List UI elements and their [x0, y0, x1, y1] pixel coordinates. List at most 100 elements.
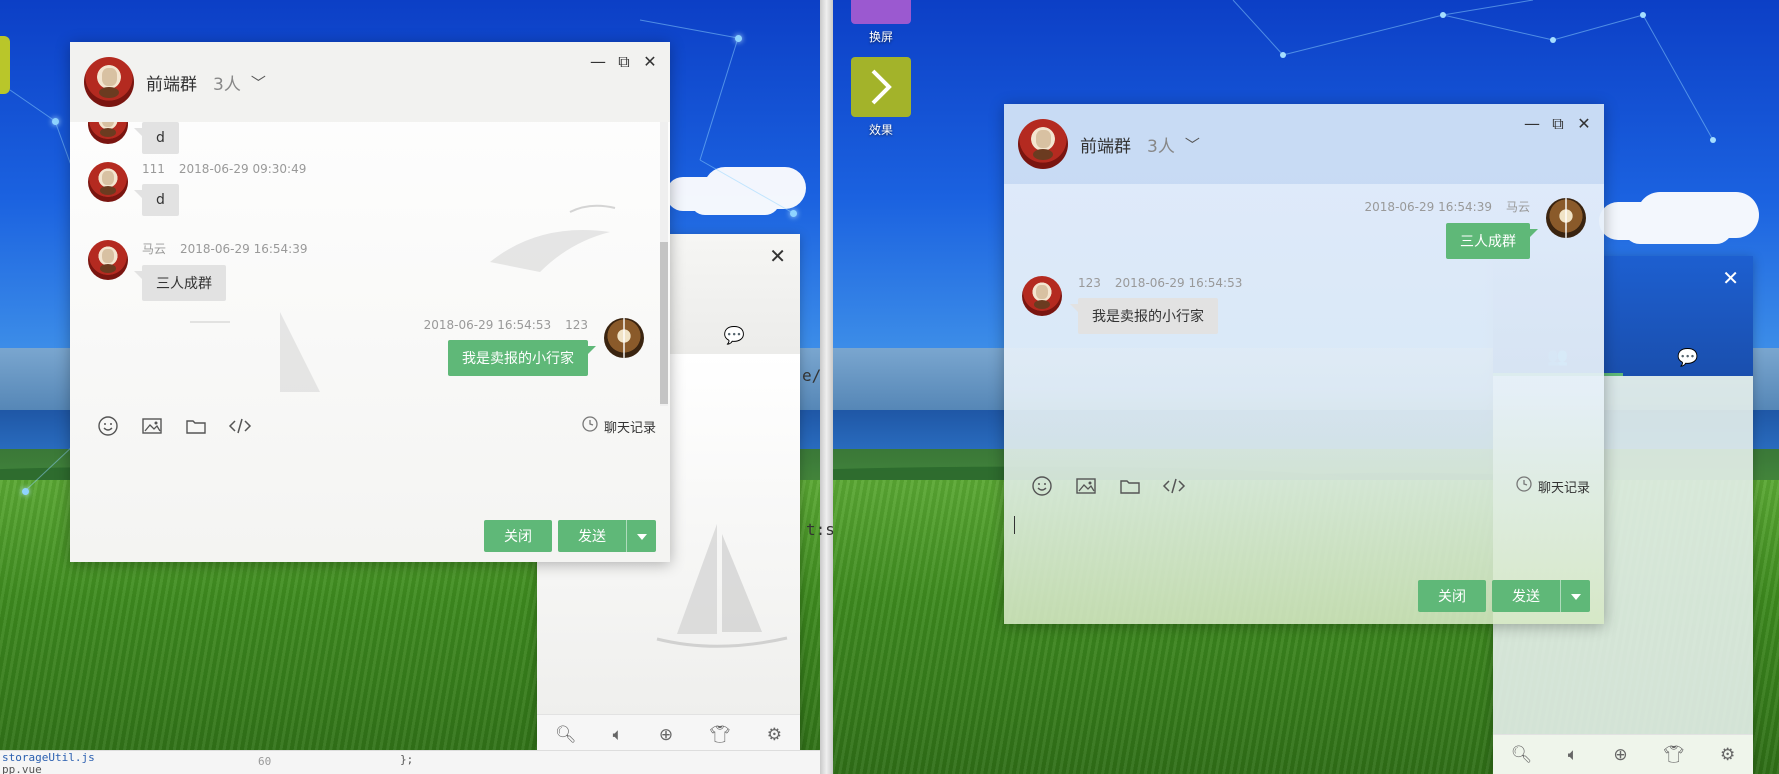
chat-history-label: 聊天记录 — [1537, 480, 1590, 496]
close-icon[interactable]: ✕ — [769, 244, 786, 268]
message-bubble: d — [134, 122, 179, 154]
editor-line-number: 60 — [258, 755, 272, 768]
chat-history-link[interactable]: 聊天记录 — [582, 416, 656, 436]
message-time: 2018-06-29 09:30:49 — [178, 162, 307, 176]
chat-window: 前端群 3人 ﹀ — ⧉ ✕ d 111 2018-06-29 09:30:49… — [70, 42, 670, 562]
message-list: d 111 2018-06-29 09:30:49 d 马云 2018-06-2… — [70, 122, 670, 406]
emoji-icon[interactable] — [1020, 475, 1064, 497]
close-icon[interactable]: ✕ — [1722, 266, 1739, 290]
window-controls: — ⧉ ✕ — [1524, 116, 1592, 132]
search-icon[interactable]: 🔍︎ — [1511, 745, 1533, 765]
message-list: 2018-06-29 16:54:39 马云 三人成群 123 2018-06-29… — [1004, 184, 1604, 464]
editor-peek-text: e/ — [802, 366, 822, 385]
chevron-down-icon[interactable]: ﹀ — [1185, 134, 1200, 155]
code-icon[interactable] — [1152, 477, 1196, 495]
member-count[interactable]: 3人 — [1147, 132, 1175, 157]
send-button[interactable]: 发送 — [558, 520, 626, 552]
chat-history-link[interactable]: 聊天记录 — [1516, 476, 1590, 496]
chevron-down-icon[interactable]: ﹀ — [251, 72, 266, 93]
skin-icon[interactable]: 👕︎ — [709, 725, 731, 745]
folder-icon[interactable] — [1108, 476, 1152, 496]
search-icon[interactable]: 🔍︎ — [555, 725, 577, 745]
message-input[interactable] — [70, 446, 670, 516]
message-meta: 111 2018-06-29 09:30:49 — [142, 162, 306, 176]
settings-icon[interactable]: ⚙ — [1720, 745, 1735, 765]
image-icon[interactable] — [130, 416, 174, 436]
volume-icon[interactable]: 🔈︎ — [1568, 745, 1578, 765]
message-bubble: 我是卖报的小行家 — [448, 340, 596, 376]
message-item: 2018-06-29 16:54:53 123 我是卖报的小行家 — [424, 318, 644, 376]
minimize-icon[interactable]: — — [1524, 116, 1540, 132]
message-item: 111 2018-06-29 09:30:49 d — [88, 162, 306, 216]
message-item: 马云 2018-06-29 16:54:39 三人成群 — [88, 240, 307, 301]
code-icon[interactable] — [218, 417, 262, 435]
message-bubble: d — [134, 184, 179, 216]
maximize-icon[interactable]: ⧉ — [1550, 116, 1566, 132]
message-input[interactable] — [1004, 506, 1604, 576]
editor-path: pp.vue — [2, 763, 42, 774]
desktop-icon-effects[interactable]: 效果 — [851, 57, 911, 138]
chat-toolbar: 聊天记录 — [1004, 468, 1604, 504]
contacts-footer: 🔍︎ 🔈︎ ⊕ 👕︎ ⚙ — [537, 714, 800, 754]
left-desktop: ✕ 👤 💬 🔍︎ 🔈︎ ⊕ 👕︎ ⚙ 前端群 3人 ﹀ — [0, 0, 820, 774]
message-item: 2018-06-29 16:54:39 马云 三人成群 — [1365, 198, 1586, 259]
sender-name: 123 — [1078, 276, 1101, 290]
chat-window: 前端群 3人 ﹀ — ⧉ ✕ 2018-06-29 16:54:39 马云 三人成… — [1004, 104, 1604, 624]
group-avatar — [84, 57, 134, 107]
message-time: 2018-06-29 16:54:53 — [423, 318, 552, 332]
maximize-icon[interactable]: ⧉ — [616, 54, 632, 70]
send-button[interactable]: 发送 — [1492, 580, 1560, 612]
message-bubble: 三人成群 — [1446, 223, 1538, 259]
text-caret — [1014, 516, 1015, 534]
skin-icon[interactable]: 👕︎ — [1663, 745, 1685, 765]
chat-actions: 关闭 发送 — [484, 520, 656, 552]
close-icon[interactable]: ✕ — [1576, 116, 1592, 132]
tab-messages[interactable]: 💬 — [1623, 340, 1753, 376]
image-icon[interactable] — [1064, 476, 1108, 496]
send-options-dropdown[interactable] — [1560, 580, 1590, 612]
user-avatar — [88, 162, 128, 202]
editor-peek-text: t:s — [806, 520, 835, 539]
tab-messages[interactable]: 💬 — [669, 318, 801, 354]
clock-icon — [582, 416, 598, 436]
scrollbar-thumb[interactable] — [660, 242, 668, 404]
emoji-icon[interactable] — [86, 415, 130, 437]
chat-actions: 关闭 发送 — [1418, 580, 1590, 612]
screen-divider — [820, 0, 833, 774]
close-button[interactable]: 关闭 — [484, 520, 552, 552]
message-meta: 2018-06-29 16:54:53 123 — [424, 318, 588, 332]
message-bubble: 我是卖报的小行家 — [1070, 298, 1218, 334]
group-name: 前端群 — [1080, 136, 1131, 157]
settings-icon[interactable]: ⚙ — [767, 725, 782, 745]
window-controls: — ⧉ ✕ — [590, 54, 658, 70]
send-options-dropdown[interactable] — [626, 520, 656, 552]
user-avatar — [88, 240, 128, 280]
folder-icon[interactable] — [174, 416, 218, 436]
message-meta: 2018-06-29 16:54:39 马云 — [1365, 198, 1530, 215]
message-item: 123 2018-06-29 16:54:53 我是卖报的小行家 — [1022, 276, 1242, 334]
member-count[interactable]: 3人 — [213, 70, 241, 95]
close-button[interactable]: 关闭 — [1418, 580, 1486, 612]
message-meta: 马云 2018-06-29 16:54:39 — [142, 240, 307, 257]
sender-name: 马云 — [1505, 200, 1530, 214]
message-bubble: 三人成群 — [134, 265, 226, 301]
scrollbar[interactable] — [660, 122, 668, 406]
group-name: 前端群 — [146, 74, 197, 95]
editor-code: }; — [400, 753, 414, 766]
desktop-icon-label: 效果 — [868, 123, 893, 137]
chat-bubble-icon: 💬 — [1677, 348, 1699, 368]
add-icon[interactable]: ⊕ — [1613, 745, 1627, 765]
close-icon[interactable]: ✕ — [642, 54, 658, 70]
group-avatar — [1018, 119, 1068, 169]
user-avatar — [88, 122, 128, 144]
message-item: d — [88, 122, 179, 154]
minimize-icon[interactable]: — — [590, 54, 606, 70]
contacts-footer: 🔍︎ 🔈︎ ⊕ 👕︎ ⚙ — [1493, 734, 1753, 774]
volume-icon[interactable]: 🔈︎ — [613, 725, 623, 745]
add-icon[interactable]: ⊕ — [659, 725, 673, 745]
chat-header: 前端群 3人 ﹀ — ⧉ ✕ — [70, 42, 670, 122]
code-editor-strip: storageUtil.js pp.vue 60 }; — [0, 750, 820, 774]
message-time: 2018-06-29 16:54:39 — [1364, 200, 1492, 214]
desktop-icon-switch-screen[interactable]: 换屏 — [851, 0, 911, 45]
side-drawer-tab[interactable] — [0, 36, 10, 94]
